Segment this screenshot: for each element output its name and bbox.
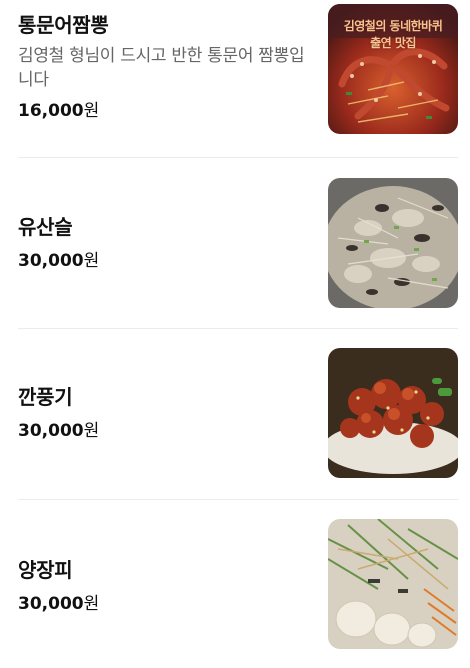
menu-item-kkanpunggi[interactable]: 깐풍기 30,000원 <box>0 348 470 480</box>
price-amount: 30,000 <box>18 251 84 271</box>
price-amount: 30,000 <box>18 421 84 441</box>
menu-item-tongmuneo-jjamppong[interactable]: 통문어짬뽕 김영철 형님이 드시고 반한 통문어 짬뽕입니다 16,000원 김… <box>0 4 470 136</box>
price-amount: 30,000 <box>18 594 84 614</box>
yusanseul-photo <box>328 178 458 308</box>
menu-item-name: 깐풍기 <box>18 385 73 409</box>
menu-item-text: 양장피 30,000원 <box>18 555 314 617</box>
menu-list: 통문어짬뽕 김영철 형님이 드시고 반한 통문어 짬뽕입니다 16,000원 김… <box>0 0 470 668</box>
menu-item-text: 깐풍기 30,000원 <box>18 382 314 444</box>
menu-item-yangjangpi[interactable]: 양장피 30,000원 <box>0 519 470 651</box>
yangjangpi-photo <box>328 519 458 649</box>
menu-item-name: 양장피 <box>18 558 73 582</box>
menu-item-price: 16,000원 <box>18 98 314 124</box>
divider <box>18 328 458 329</box>
menu-item-price: 30,000원 <box>18 418 314 444</box>
price-currency: 원 <box>83 421 100 441</box>
kkanpunggi-photo <box>328 348 458 478</box>
menu-item-name: 유산슬 <box>18 215 73 239</box>
menu-item-photo[interactable] <box>328 178 458 308</box>
price-currency: 원 <box>83 101 100 121</box>
price-amount: 16,000 <box>18 101 84 121</box>
divider <box>18 157 458 158</box>
menu-item-name: 통문어짬뽕 <box>18 13 109 37</box>
photo-caption-line2: 출연 맛집 <box>370 36 416 50</box>
menu-item-text: 통문어짬뽕 김영철 형님이 드시고 반한 통문어 짬뽕입니다 16,000원 <box>18 10 314 124</box>
menu-item-yusanseul[interactable]: 유산슬 30,000원 <box>0 178 470 310</box>
price-currency: 원 <box>83 594 100 614</box>
photo-caption-line1: 김영철의 동네한바퀴 <box>343 19 443 33</box>
menu-item-price: 30,000원 <box>18 248 314 274</box>
divider <box>18 499 458 500</box>
photo-caption: 김영철의 동네한바퀴 출연 맛집 <box>328 18 458 52</box>
menu-item-photo[interactable] <box>328 519 458 649</box>
menu-item-price: 30,000원 <box>18 591 314 617</box>
menu-item-text: 유산슬 30,000원 <box>18 212 314 274</box>
menu-item-description: 김영철 형님이 드시고 반한 통문어 짬뽕입니다 <box>18 46 305 90</box>
menu-item-photo[interactable] <box>328 348 458 478</box>
price-currency: 원 <box>83 251 100 271</box>
menu-item-photo[interactable]: 김영철의 동네한바퀴 출연 맛집 <box>328 4 458 134</box>
